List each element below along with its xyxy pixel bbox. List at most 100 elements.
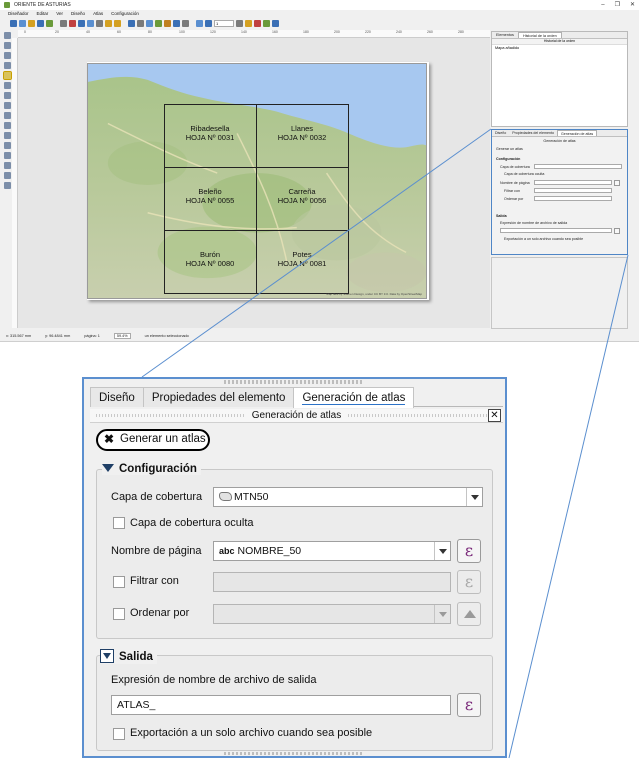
thumb-expr-input[interactable] <box>500 228 612 233</box>
menu-configuracion[interactable]: Configuración <box>111 10 139 18</box>
toolbar-button-23[interactable] <box>245 20 252 27</box>
left-tool-4[interactable] <box>3 62 11 69</box>
toolbar-button-17[interactable] <box>164 20 171 27</box>
left-tool-1[interactable] <box>3 32 11 39</box>
toolbar-button-16[interactable] <box>155 20 162 27</box>
thumb-generate[interactable]: Generar un atlas <box>496 147 523 151</box>
panel-grip-bottom[interactable] <box>224 752 364 755</box>
left-tool-8[interactable] <box>3 102 11 109</box>
thumb-filter-input[interactable] <box>534 188 612 193</box>
thumb-sort-combo[interactable] <box>534 196 612 201</box>
left-tool-9[interactable] <box>3 112 11 119</box>
left-tool-2[interactable] <box>3 42 11 49</box>
minimize-button[interactable]: – <box>601 0 604 10</box>
toolbar-button-3[interactable] <box>28 20 35 27</box>
thumb-pagename-combo[interactable] <box>534 180 612 185</box>
toolbar-button-13[interactable] <box>128 20 135 27</box>
close-icon[interactable]: ✕ <box>488 409 501 422</box>
filter-input[interactable] <box>213 572 451 592</box>
toolbar-button-20[interactable] <box>196 20 203 27</box>
menu-editar[interactable]: Editar <box>37 10 49 18</box>
left-tool-14[interactable] <box>3 162 11 169</box>
toolbar-button-18[interactable] <box>173 20 180 27</box>
thumb-output-title[interactable]: Salida <box>496 214 507 218</box>
left-tool-15[interactable] <box>3 172 11 179</box>
panel-tabs: Diseño Propiedades del elemento Generaci… <box>90 387 503 408</box>
left-tool-3[interactable] <box>3 52 11 59</box>
left-tool-11[interactable] <box>3 132 11 139</box>
left-tool-12[interactable] <box>3 142 11 149</box>
toolbar-button-19[interactable] <box>182 20 189 27</box>
left-tool-13[interactable] <box>3 152 11 159</box>
map-item[interactable]: Ribadesella HOJA Nº 0031 Llanes HOJA Nº 003… <box>87 63 427 299</box>
toolbar-button-24[interactable] <box>254 20 261 27</box>
ruler-tick: 220 <box>365 30 371 34</box>
zoom-combo[interactable]: 59.4% <box>113 333 131 339</box>
left-tool-16[interactable] <box>3 182 11 189</box>
coverage-layer-combo[interactable]: MTN50 <box>213 487 483 507</box>
toolbar-button-2[interactable] <box>19 20 26 27</box>
atlas-page-field[interactable]: 1 <box>214 20 234 27</box>
thumb-expr-label: Expresión de nombre de archivo de salida <box>500 221 568 225</box>
toolbar-button-14[interactable] <box>137 20 144 27</box>
sort-checkbox[interactable] <box>113 608 125 620</box>
toolbar-button-8[interactable] <box>78 20 85 27</box>
left-tool-10[interactable] <box>3 122 11 129</box>
toolbar-button-15[interactable] <box>146 20 153 27</box>
toolbar-button-1[interactable] <box>10 20 17 27</box>
maximize-button[interactable]: ❐ <box>615 0 620 10</box>
toolbar-button-5[interactable] <box>46 20 53 27</box>
hidden-coverage-checkbox[interactable] <box>113 517 125 529</box>
panel-grip-top[interactable] <box>224 380 364 384</box>
sort-combo[interactable] <box>213 604 451 624</box>
thumb-tab-diseno[interactable]: Diseño <box>492 130 509 136</box>
collapse-arrow-icon <box>100 649 114 663</box>
toolbar-button-21[interactable] <box>205 20 212 27</box>
output-expression-button[interactable]: ε <box>457 693 481 717</box>
collapse-arrow-icon <box>102 463 114 472</box>
toolbar-separator <box>55 20 58 27</box>
page-name-expression-button[interactable]: ε <box>457 539 481 563</box>
menu-atlas[interactable]: Atlas <box>93 10 103 18</box>
generate-atlas-checkbox[interactable]: ✖ Generar un atlas <box>96 429 210 451</box>
filter-checkbox[interactable] <box>113 576 125 588</box>
page-name-label: Nombre de página <box>111 545 202 557</box>
left-tool-7[interactable] <box>3 92 11 99</box>
close-window-button[interactable]: ✕ <box>630 0 635 10</box>
tab-generacion-atlas[interactable]: Generación de atlas <box>293 387 415 408</box>
toolbar-button-22[interactable] <box>236 20 243 27</box>
menu-disenador[interactable]: Diseñador <box>8 10 29 18</box>
config-group-toggle[interactable]: Configuración <box>102 463 201 475</box>
tab-historial[interactable]: Historial de la orden <box>517 32 562 38</box>
thumb-pagename-expr[interactable] <box>614 180 620 186</box>
menu-ver[interactable]: Ver <box>56 10 63 18</box>
output-group-toggle[interactable]: Salida <box>100 649 157 664</box>
toolbar-button-11[interactable] <box>105 20 112 27</box>
thumb-tab-propiedades[interactable]: Propiedades del elemento <box>509 130 557 136</box>
toolbar-button-6[interactable] <box>60 20 67 27</box>
toolbar-button-10[interactable] <box>96 20 103 27</box>
toolbar-button-7[interactable] <box>69 20 76 27</box>
thumb-expr-button[interactable] <box>614 228 620 234</box>
single-file-checkbox[interactable] <box>113 728 125 740</box>
filter-expression-button[interactable]: ε <box>457 570 481 594</box>
polygon-layer-icon <box>219 491 232 501</box>
menu-diseno[interactable]: Diseño <box>71 10 85 18</box>
output-filename-input[interactable]: ATLAS_ <box>111 695 451 715</box>
history-item[interactable]: Mapa añadido <box>492 45 627 51</box>
tab-diseno[interactable]: Diseño <box>90 387 144 407</box>
sort-direction-button[interactable] <box>457 602 481 626</box>
toolbar-button-12[interactable] <box>114 20 121 27</box>
thumb-config-title[interactable]: Configuración <box>496 157 520 161</box>
thumb-coverage-combo[interactable] <box>534 164 622 169</box>
toolbar-button-9[interactable] <box>87 20 94 27</box>
thumb-tab-atlas[interactable]: Generación de atlas <box>556 130 598 136</box>
tab-propiedades-elemento[interactable]: Propiedades del elemento <box>142 387 295 407</box>
toolbar-button-4[interactable] <box>37 20 44 27</box>
toolbar-button-26[interactable] <box>272 20 279 27</box>
tab-elementos[interactable]: Elementos <box>492 32 518 38</box>
left-tool-6[interactable] <box>3 82 11 89</box>
page-name-combo[interactable]: abc NOMBRE_50 <box>213 541 451 561</box>
left-tool-5[interactable] <box>2 71 12 80</box>
toolbar-button-25[interactable] <box>263 20 270 27</box>
